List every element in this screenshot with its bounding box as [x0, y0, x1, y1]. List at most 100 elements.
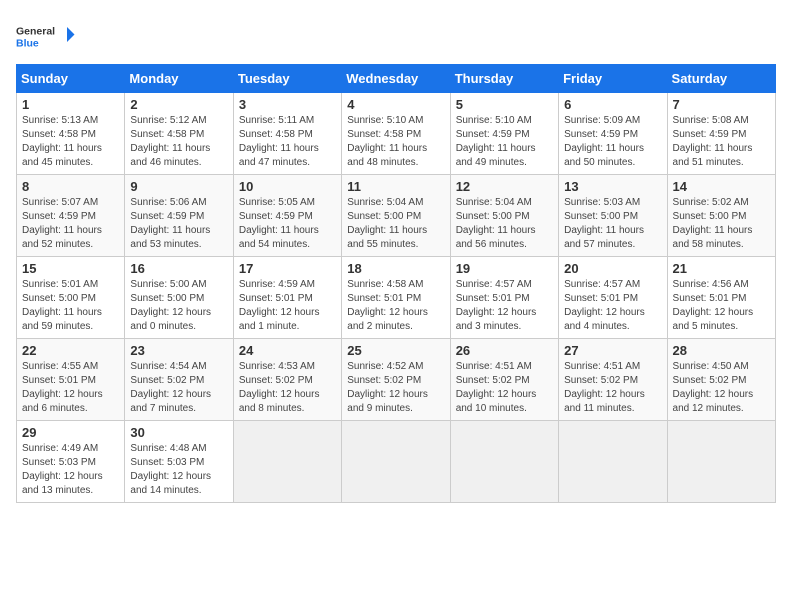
- calendar-week-row: 8 Sunrise: 5:07 AM Sunset: 4:59 PM Daylig…: [17, 175, 776, 257]
- calendar-day-cell: 18 Sunrise: 4:58 AM Sunset: 5:01 PM Dayli…: [342, 257, 450, 339]
- calendar-day-cell: 11 Sunrise: 5:04 AM Sunset: 5:00 PM Dayli…: [342, 175, 450, 257]
- day-number: 30: [130, 425, 227, 440]
- day-number: 13: [564, 179, 661, 194]
- day-info: Sunrise: 5:08 AM Sunset: 4:59 PM Dayligh…: [673, 114, 770, 170]
- logo-svg: General Blue: [16, 16, 76, 56]
- weekday-header-sunday: Sunday: [17, 65, 125, 93]
- day-number: 23: [130, 343, 227, 358]
- day-number: 2: [130, 97, 227, 112]
- day-info: Sunrise: 5:00 AM Sunset: 5:00 PM Dayligh…: [130, 278, 227, 334]
- day-info: Sunrise: 5:13 AM Sunset: 4:58 PM Dayligh…: [22, 114, 119, 170]
- calendar-day-cell: [233, 421, 341, 503]
- day-number: 8: [22, 179, 119, 194]
- day-info: Sunrise: 5:09 AM Sunset: 4:59 PM Dayligh…: [564, 114, 661, 170]
- day-number: 28: [673, 343, 770, 358]
- calendar-day-cell: 22 Sunrise: 4:55 AM Sunset: 5:01 PM Dayli…: [17, 339, 125, 421]
- weekday-header-saturday: Saturday: [667, 65, 775, 93]
- calendar-day-cell: 1 Sunrise: 5:13 AM Sunset: 4:58 PM Daylig…: [17, 93, 125, 175]
- calendar-day-cell: 27 Sunrise: 4:51 AM Sunset: 5:02 PM Dayli…: [559, 339, 667, 421]
- calendar-day-cell: 4 Sunrise: 5:10 AM Sunset: 4:58 PM Daylig…: [342, 93, 450, 175]
- weekday-header-wednesday: Wednesday: [342, 65, 450, 93]
- calendar-day-cell: 13 Sunrise: 5:03 AM Sunset: 5:00 PM Dayli…: [559, 175, 667, 257]
- day-number: 10: [239, 179, 336, 194]
- day-info: Sunrise: 5:07 AM Sunset: 4:59 PM Dayligh…: [22, 196, 119, 252]
- calendar-day-cell: [450, 421, 558, 503]
- day-info: Sunrise: 4:49 AM Sunset: 5:03 PM Dayligh…: [22, 442, 119, 498]
- calendar-day-cell: 10 Sunrise: 5:05 AM Sunset: 4:59 PM Dayli…: [233, 175, 341, 257]
- day-number: 5: [456, 97, 553, 112]
- day-number: 11: [347, 179, 444, 194]
- day-number: 21: [673, 261, 770, 276]
- calendar-day-cell: [667, 421, 775, 503]
- day-number: 26: [456, 343, 553, 358]
- calendar-week-row: 1 Sunrise: 5:13 AM Sunset: 4:58 PM Daylig…: [17, 93, 776, 175]
- day-info: Sunrise: 4:57 AM Sunset: 5:01 PM Dayligh…: [564, 278, 661, 334]
- day-info: Sunrise: 4:55 AM Sunset: 5:01 PM Dayligh…: [22, 360, 119, 416]
- day-info: Sunrise: 4:56 AM Sunset: 5:01 PM Dayligh…: [673, 278, 770, 334]
- calendar-day-cell: 2 Sunrise: 5:12 AM Sunset: 4:58 PM Daylig…: [125, 93, 233, 175]
- day-info: Sunrise: 5:05 AM Sunset: 4:59 PM Dayligh…: [239, 196, 336, 252]
- weekday-header-thursday: Thursday: [450, 65, 558, 93]
- day-info: Sunrise: 5:03 AM Sunset: 5:00 PM Dayligh…: [564, 196, 661, 252]
- day-info: Sunrise: 4:51 AM Sunset: 5:02 PM Dayligh…: [564, 360, 661, 416]
- day-number: 1: [22, 97, 119, 112]
- day-info: Sunrise: 5:02 AM Sunset: 5:00 PM Dayligh…: [673, 196, 770, 252]
- day-number: 6: [564, 97, 661, 112]
- weekday-header-monday: Monday: [125, 65, 233, 93]
- day-info: Sunrise: 4:58 AM Sunset: 5:01 PM Dayligh…: [347, 278, 444, 334]
- calendar-day-cell: 5 Sunrise: 5:10 AM Sunset: 4:59 PM Daylig…: [450, 93, 558, 175]
- weekday-header-row: SundayMondayTuesdayWednesdayThursdayFrid…: [17, 65, 776, 93]
- day-number: 14: [673, 179, 770, 194]
- weekday-header-friday: Friday: [559, 65, 667, 93]
- day-number: 4: [347, 97, 444, 112]
- day-info: Sunrise: 5:01 AM Sunset: 5:00 PM Dayligh…: [22, 278, 119, 334]
- page-header: General Blue: [16, 16, 776, 56]
- day-number: 19: [456, 261, 553, 276]
- day-info: Sunrise: 5:10 AM Sunset: 4:58 PM Dayligh…: [347, 114, 444, 170]
- logo: General Blue: [16, 16, 76, 56]
- calendar-day-cell: [559, 421, 667, 503]
- day-info: Sunrise: 4:51 AM Sunset: 5:02 PM Dayligh…: [456, 360, 553, 416]
- calendar-day-cell: 19 Sunrise: 4:57 AM Sunset: 5:01 PM Dayli…: [450, 257, 558, 339]
- day-number: 22: [22, 343, 119, 358]
- day-info: Sunrise: 5:04 AM Sunset: 5:00 PM Dayligh…: [347, 196, 444, 252]
- day-info: Sunrise: 5:12 AM Sunset: 4:58 PM Dayligh…: [130, 114, 227, 170]
- day-info: Sunrise: 4:52 AM Sunset: 5:02 PM Dayligh…: [347, 360, 444, 416]
- day-number: 25: [347, 343, 444, 358]
- calendar-day-cell: 30 Sunrise: 4:48 AM Sunset: 5:03 PM Dayli…: [125, 421, 233, 503]
- calendar-week-row: 15 Sunrise: 5:01 AM Sunset: 5:00 PM Dayli…: [17, 257, 776, 339]
- day-info: Sunrise: 4:48 AM Sunset: 5:03 PM Dayligh…: [130, 442, 227, 498]
- day-number: 27: [564, 343, 661, 358]
- calendar-day-cell: 7 Sunrise: 5:08 AM Sunset: 4:59 PM Daylig…: [667, 93, 775, 175]
- svg-text:Blue: Blue: [16, 38, 39, 50]
- day-number: 12: [456, 179, 553, 194]
- day-info: Sunrise: 5:11 AM Sunset: 4:58 PM Dayligh…: [239, 114, 336, 170]
- day-number: 24: [239, 343, 336, 358]
- day-number: 7: [673, 97, 770, 112]
- calendar-day-cell: 6 Sunrise: 5:09 AM Sunset: 4:59 PM Daylig…: [559, 93, 667, 175]
- day-info: Sunrise: 4:53 AM Sunset: 5:02 PM Dayligh…: [239, 360, 336, 416]
- title-block: [96, 16, 776, 18]
- day-info: Sunrise: 5:04 AM Sunset: 5:00 PM Dayligh…: [456, 196, 553, 252]
- day-info: Sunrise: 4:57 AM Sunset: 5:01 PM Dayligh…: [456, 278, 553, 334]
- day-info: Sunrise: 4:59 AM Sunset: 5:01 PM Dayligh…: [239, 278, 336, 334]
- calendar-day-cell: 8 Sunrise: 5:07 AM Sunset: 4:59 PM Daylig…: [17, 175, 125, 257]
- calendar-day-cell: 15 Sunrise: 5:01 AM Sunset: 5:00 PM Dayli…: [17, 257, 125, 339]
- calendar-week-row: 22 Sunrise: 4:55 AM Sunset: 5:01 PM Dayli…: [17, 339, 776, 421]
- calendar-day-cell: 24 Sunrise: 4:53 AM Sunset: 5:02 PM Dayli…: [233, 339, 341, 421]
- weekday-header-tuesday: Tuesday: [233, 65, 341, 93]
- calendar-day-cell: 26 Sunrise: 4:51 AM Sunset: 5:02 PM Dayli…: [450, 339, 558, 421]
- calendar-day-cell: 17 Sunrise: 4:59 AM Sunset: 5:01 PM Dayli…: [233, 257, 341, 339]
- day-info: Sunrise: 5:06 AM Sunset: 4:59 PM Dayligh…: [130, 196, 227, 252]
- day-info: Sunrise: 4:50 AM Sunset: 5:02 PM Dayligh…: [673, 360, 770, 416]
- calendar-day-cell: 23 Sunrise: 4:54 AM Sunset: 5:02 PM Dayli…: [125, 339, 233, 421]
- day-number: 17: [239, 261, 336, 276]
- day-number: 18: [347, 261, 444, 276]
- day-info: Sunrise: 5:10 AM Sunset: 4:59 PM Dayligh…: [456, 114, 553, 170]
- day-number: 15: [22, 261, 119, 276]
- day-info: Sunrise: 4:54 AM Sunset: 5:02 PM Dayligh…: [130, 360, 227, 416]
- calendar-day-cell: 29Sunrise: 4:49 AM Sunset: 5:03 PM Dayli…: [17, 421, 125, 503]
- calendar-week-row: 29Sunrise: 4:49 AM Sunset: 5:03 PM Dayli…: [17, 421, 776, 503]
- day-number: 9: [130, 179, 227, 194]
- calendar-day-cell: 28 Sunrise: 4:50 AM Sunset: 5:02 PM Dayli…: [667, 339, 775, 421]
